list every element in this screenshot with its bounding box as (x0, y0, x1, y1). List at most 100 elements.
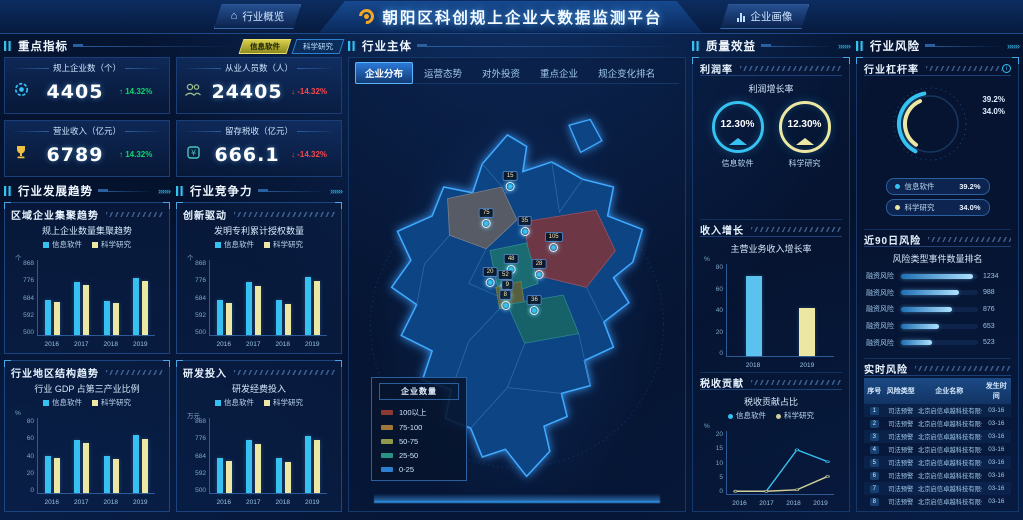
leverage-section: 行业杠杆率 i 39.2%34.0% 信息软件39.2%科学研究34.0% (864, 62, 1011, 230)
industry-body-header: 行业主体 (348, 38, 686, 54)
table-row[interactable]: 2司法预警北京启信卓越科技有限公司03-16 (864, 417, 1011, 430)
chart-tax-contribution: 税收贡献占比信息软件科学研究20151050%2016201720182019 (700, 392, 842, 507)
bar-2018 (104, 301, 110, 335)
section-bars-icon (692, 41, 701, 51)
quality-title: 质量效益 (706, 38, 756, 54)
bar-2017 (83, 443, 89, 493)
tab-运营态势[interactable]: 运营态势 (415, 63, 471, 83)
section-bars-icon (176, 186, 185, 196)
bar-2018 (285, 462, 291, 493)
stat-card[interactable]: 营业收入（亿元）6789↑ 14.32% (4, 120, 170, 177)
table-row[interactable]: 3司法预警北京启信卓越科技有限公司03-16 (864, 430, 1011, 443)
table-row[interactable]: 1司法预警北京启信卓越科技有限公司03-16 (864, 404, 1011, 417)
chart-rnd-spending: 研发经费投入信息软件科学研究868776684592500万元201620172… (183, 379, 335, 506)
more-arrows-icon[interactable]: »»» (838, 41, 850, 51)
realtime-risk-title: 实时风险 (864, 361, 908, 376)
bar-2018 (285, 304, 291, 335)
profit-section: 利润率 利润增长率 12.30%信息软件12.30%科学研究 (700, 62, 842, 220)
hatch-decoration (234, 212, 335, 217)
risk-header: 行业风险 »»» (856, 38, 1019, 54)
subcard-region-agglomeration: 区域企业集聚趋势 规上企业数量集聚趋势信息软件科学研究8687766845925… (4, 202, 170, 354)
bar-2019 (305, 436, 311, 493)
bar-2016 (54, 302, 60, 335)
home-icon: ⌂ (231, 11, 238, 22)
table-row[interactable]: 8司法预警北京启信卓越科技有限公司03-16 (864, 495, 1011, 508)
tax-section: 税收贡献 税收贡献占比信息软件科学研究20151050%201620172018… (700, 376, 842, 507)
filter-pill-科学研究[interactable]: 科学研究 (292, 39, 345, 54)
trend-row: 行业发展趋势 »»» 区域企业集聚趋势 规上企业数量集聚趋势信息软件科学研究86… (4, 183, 342, 512)
tax-icon: ¥ (183, 145, 203, 165)
map-legend-title: 企业数量 (379, 383, 459, 400)
profit-subtitle: 利润增长率 (700, 82, 842, 95)
income-section: 收入增长 主营业务收入增长率806040200%20182019 (700, 223, 842, 373)
more-arrows-icon[interactable]: »»» (158, 186, 170, 196)
leverage-section-header: 行业杠杆率 i (864, 62, 1011, 76)
nav-enterprise-portrait[interactable]: 企业画像 (720, 4, 809, 29)
bar-2017 (255, 286, 261, 335)
header-line (761, 46, 833, 47)
legend-item: 75-100 (372, 420, 466, 434)
subcard-name-row: 行业地区结构趋势 (11, 366, 163, 379)
hatch-decoration (751, 227, 842, 232)
industry-body-panel: 企业分布运营态势对外投资重点企业规企变化排名 (348, 57, 686, 512)
bar-2016 (45, 456, 51, 493)
legend-item: 0-25 (372, 462, 466, 476)
nav-industry-overview[interactable]: ⌂ 行业概览 (214, 4, 302, 29)
more-arrows-icon[interactable]: »»» (330, 186, 342, 196)
competitiveness-panel: 行业竞争力 »»» 创新驱动 发明专利累计授权数量信息软件科学研究8687766… (176, 183, 342, 512)
dev-trend-panel: 行业发展趋势 »»» 区域企业集聚趋势 规上企业数量集聚趋势信息软件科学研究86… (4, 183, 170, 512)
map-marker-15[interactable]: 15 (503, 171, 518, 191)
map-marker-28[interactable]: 28 (532, 259, 547, 279)
bar-2018 (276, 458, 282, 493)
stat-card[interactable]: 留存税收（亿元）¥666.1↓ -14.32% (176, 120, 342, 177)
income-section-header: 收入增长 (700, 223, 842, 237)
subcard-innovation: 创新驱动 发明专利累计授权数量信息软件科学研究868776684592500个2… (176, 202, 342, 354)
more-arrows-icon[interactable]: »»» (1007, 41, 1019, 51)
left-column: 重点指标 信息软件科学研究 规上企业数（个）4405↑ 14.32%从业人员数（… (4, 38, 342, 512)
nav-enterprise-portrait-label: 企业画像 (750, 9, 792, 24)
map-marker-35[interactable]: 35 (517, 216, 532, 236)
chart-income-growth: 主营业务收入增长率806040200%20182019 (700, 239, 842, 369)
table-row[interactable]: 5司法预警北京启信卓越科技有限公司03-16 (864, 456, 1011, 469)
quality-column: 质量效益 »»» 利润率 利润增长率 12.30%信息软件12.30%科学研究 … (692, 38, 850, 512)
section-bars-icon (4, 186, 13, 196)
map-marker-75[interactable]: 75 (479, 208, 494, 228)
profit-gauge-信息软件: 12.30%信息软件 (712, 101, 764, 169)
recent-risk-title: 近90日风险 (864, 232, 921, 247)
bar-2017 (74, 282, 80, 335)
bar-2017 (83, 285, 89, 335)
section-bars-icon (4, 41, 13, 51)
table-row[interactable]: 4司法预警北京启信卓越科技有限公司03-16 (864, 443, 1011, 456)
subcard-name-row: 区域企业集聚趋势 (11, 208, 163, 221)
tab-规企变化排名[interactable]: 规企变化排名 (589, 63, 664, 83)
filter-pill-信息软件[interactable]: 信息软件 (239, 39, 292, 54)
map-marker-8[interactable]: 8 (500, 290, 511, 310)
delta-down: ↓ -14.32% (291, 150, 335, 159)
quality-header: 质量效益 »»» (692, 38, 850, 54)
info-icon[interactable]: i (1002, 64, 1011, 73)
map-legend-items: 100以上75-10050-7525-500-25 (372, 404, 466, 476)
tab-对外投资[interactable]: 对外投资 (473, 63, 529, 83)
leverage-legend-信息软件: 信息软件39.2% (886, 178, 990, 195)
hbar-row: 融资风险1234 (866, 271, 1009, 281)
bar-chart-icon (737, 12, 745, 22)
recent-risk-section: 近90日风险 风险类型事件数量排名融资风险1234融资风险988融资风险876融… (864, 233, 1011, 359)
stat-card[interactable]: 从业人员数（人）24405↓ -14.32% (176, 57, 342, 114)
hatch-decoration (751, 380, 842, 385)
tab-重点企业[interactable]: 重点企业 (531, 63, 587, 83)
map-marker-36[interactable]: 36 (527, 295, 542, 315)
page-title: 朝阳区科创规上企业大数据监测平台 (382, 6, 662, 28)
bar-2018 (104, 456, 110, 493)
bar-2016 (226, 303, 232, 335)
legend-item: 50-75 (372, 434, 466, 448)
chart-gdp-share: 行业 GDP 占第三产业比例信息软件科学研究806040200%20162017… (11, 379, 163, 506)
table-row[interactable]: 7司法预警北京启信卓越科技有限公司03-16 (864, 482, 1011, 495)
map-marker-20[interactable]: 20 (483, 267, 498, 287)
map-marker-105[interactable]: 105 (545, 232, 563, 252)
bar-2019 (314, 281, 320, 335)
table-row[interactable]: 6司法预警北京启信卓越科技有限公司03-16 (864, 469, 1011, 482)
stat-card[interactable]: 规上企业数（个）4405↑ 14.32% (4, 57, 170, 114)
district-map[interactable]: 157535105482820529836 企业数量 100以上75-10050… (355, 84, 679, 507)
realtime-risk-table: 序号风险类型企业名称发生时间1司法预警北京启信卓越科技有限公司03-162司法预… (864, 378, 1011, 508)
tab-企业分布[interactable]: 企业分布 (355, 62, 413, 84)
